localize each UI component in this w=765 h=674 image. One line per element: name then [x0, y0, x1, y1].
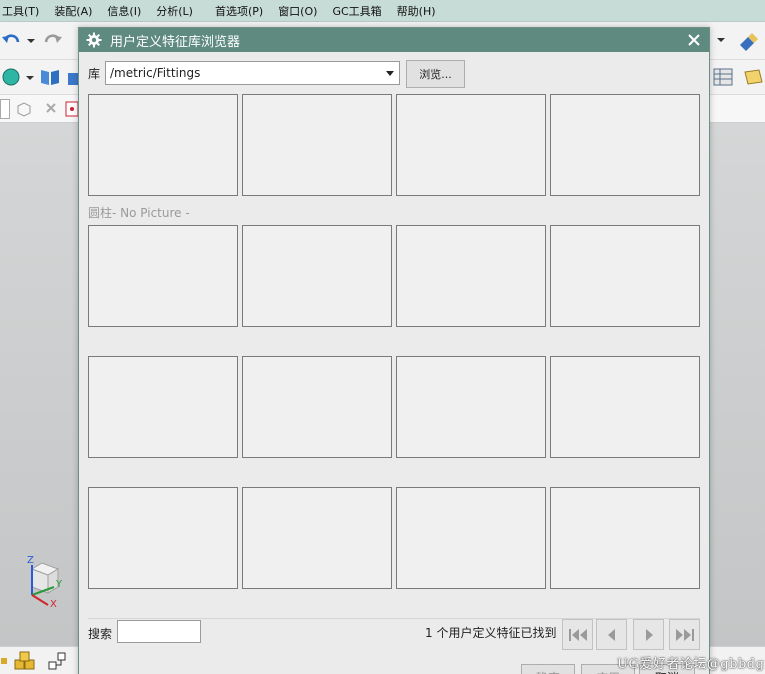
next-page-button[interactable] — [633, 619, 664, 650]
first-page-icon — [568, 628, 587, 641]
menu-window[interactable]: 窗口(O) — [276, 3, 317, 19]
udf-thumbnail[interactable] — [550, 356, 700, 458]
udf-thumbnail[interactable] — [242, 487, 392, 589]
last-page-button[interactable] — [669, 619, 700, 650]
wcs-triad: Z Y X — [18, 555, 68, 613]
previous-page-icon — [607, 628, 615, 641]
book-icon[interactable] — [38, 65, 62, 89]
chevron-down-icon[interactable] — [716, 35, 726, 45]
menu-assembly[interactable]: 装配(A) — [52, 3, 92, 19]
udf-thumbnail[interactable] — [88, 225, 238, 327]
udf-thumbnail[interactable] — [550, 487, 700, 589]
library-label: 库 — [88, 66, 101, 81]
forum-watermark: UG爱好者论坛@gbbdg — [617, 657, 765, 672]
library-row: 库 /metric/Fittings — [88, 60, 401, 86]
menu-information[interactable]: 信息(I) — [105, 3, 141, 19]
udf-thumbnail[interactable] — [396, 225, 546, 327]
results-status: 1 个用户定义特征已找到 — [425, 626, 557, 640]
thumbnail-caption: 圆柱- No Picture - — [88, 206, 190, 220]
menu-preferences[interactable]: 首选项(P) — [213, 3, 263, 19]
eraser-icon[interactable] — [735, 28, 761, 54]
y-axis-label: Y — [56, 579, 63, 590]
udf-thumbnail[interactable] — [242, 225, 392, 327]
udf-thumbnail[interactable] — [396, 94, 546, 196]
next-page-icon — [645, 628, 653, 641]
undo-icon[interactable] — [0, 31, 22, 51]
dialog-title: 用户定义特征库浏览器 — [110, 34, 241, 50]
shape-icon[interactable] — [0, 66, 24, 88]
chevron-down-icon[interactable] — [25, 73, 35, 83]
notes-icon[interactable] — [741, 66, 765, 88]
small-square-icon[interactable] — [0, 653, 8, 669]
menu-analysis[interactable]: 分析(L) — [154, 3, 193, 19]
search-input[interactable] — [117, 620, 201, 643]
menubar: 工具(T) 装配(A) 信息(I) 分析(L) 首选项(P) 窗口(O) GC工… — [0, 0, 765, 22]
udf-thumbnail[interactable] — [88, 356, 238, 458]
chevron-down-icon[interactable] — [26, 36, 36, 46]
udf-thumbnail[interactable] — [88, 487, 238, 589]
gear-icon[interactable] — [86, 32, 102, 48]
browse-button[interactable]: 浏览... — [406, 60, 465, 88]
udf-thumbnail[interactable] — [396, 487, 546, 589]
first-page-button[interactable] — [562, 619, 593, 650]
library-path-value: /metric/Fittings — [110, 66, 201, 80]
udf-thumbnail[interactable] — [88, 94, 238, 196]
table-icon[interactable] — [711, 65, 735, 89]
search-label: 搜索 — [88, 627, 113, 641]
snap-point-icon[interactable] — [42, 99, 62, 119]
menu-help[interactable]: 帮助(H) — [395, 3, 436, 19]
udf-thumbnail[interactable] — [242, 356, 392, 458]
udf-library-browser-dialog: 用户定义特征库浏览器 库 /metric/Fittings 浏览... 圆柱- … — [78, 27, 710, 674]
dialog-titlebar[interactable]: 用户定义特征库浏览器 — [79, 28, 709, 52]
library-select[interactable]: /metric/Fittings — [105, 61, 401, 85]
close-icon[interactable] — [685, 31, 703, 49]
z-axis-label: Z — [27, 555, 34, 566]
cubes-icon[interactable] — [12, 650, 38, 672]
udf-thumbnail[interactable] — [242, 94, 392, 196]
chevron-down-icon[interactable] — [386, 71, 395, 76]
menu-tools[interactable]: 工具(T) — [0, 3, 39, 19]
udf-thumbnail[interactable] — [550, 225, 700, 327]
menu-gc-toolbox[interactable]: GC工具箱 — [330, 3, 381, 19]
last-page-icon — [675, 628, 694, 641]
ok-button[interactable]: 确定 — [521, 664, 575, 674]
redo-icon[interactable] — [42, 31, 64, 51]
previous-page-button[interactable] — [596, 619, 627, 650]
filter-dropdown[interactable] — [0, 99, 10, 119]
udf-thumbnail[interactable] — [396, 356, 546, 458]
hierarchy-icon[interactable] — [46, 650, 68, 672]
cube-select-icon[interactable] — [14, 99, 34, 119]
x-axis-label: X — [50, 599, 57, 610]
udf-thumbnail[interactable] — [550, 94, 700, 196]
